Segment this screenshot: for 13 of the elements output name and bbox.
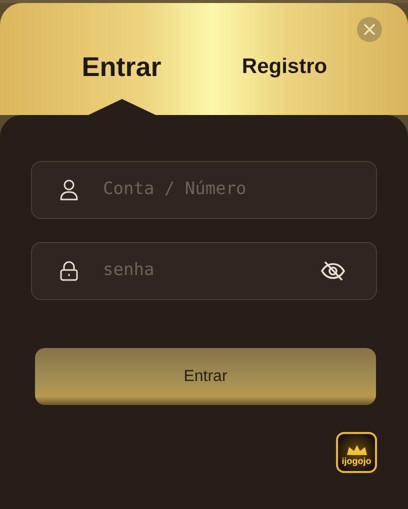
logo-text: ijogojo [342,456,372,466]
password-field[interactable]: senha [31,242,377,300]
tab[interactable]: Entrar [82,47,162,87]
lock-icon [59,261,79,281]
text-input[interactable]: senha [103,258,296,284]
eye-off-icon[interactable] [320,260,346,282]
account-field[interactable]: Conta / Número [31,161,377,219]
login-button[interactable]: Entrar [35,348,376,405]
close-icon [364,24,375,35]
user-icon [59,179,79,201]
tab[interactable]: Registro [242,47,328,87]
crown-icon [346,444,368,456]
text-input[interactable]: Conta / Número [103,177,346,203]
